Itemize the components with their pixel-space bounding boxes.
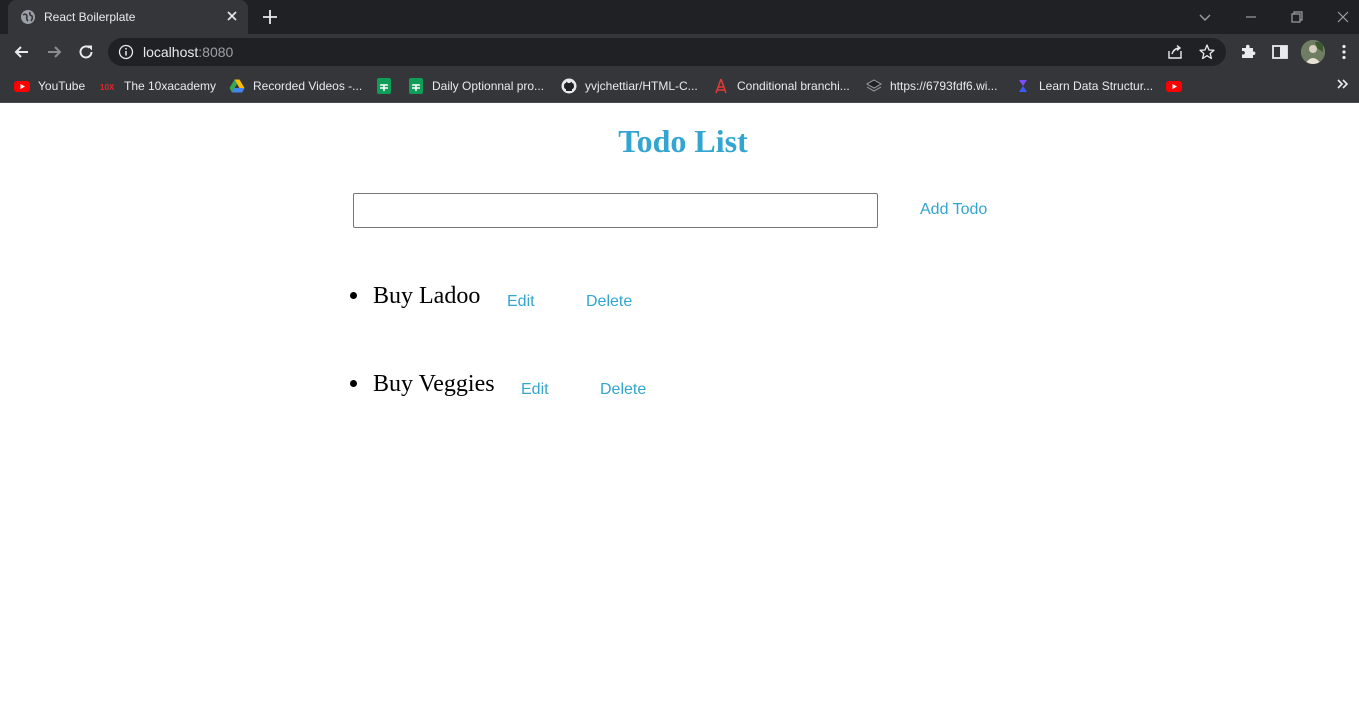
more-bookmarks-chevron-icon[interactable]	[1334, 76, 1350, 92]
forward-arrow-icon[interactable]	[44, 42, 64, 62]
course-icon	[1019, 80, 1027, 92]
todo-input[interactable]	[353, 193, 878, 228]
extensions-puzzle-icon[interactable]	[1238, 42, 1258, 62]
menu-kebab-icon[interactable]	[1334, 42, 1354, 62]
todo-item: Buy Veggies Edit Delete	[350, 371, 660, 401]
address-bar[interactable]: localhost:8080	[108, 38, 1226, 66]
bookmark-conditional[interactable]: Conditional branchi...	[713, 77, 850, 95]
bookmark-sheets[interactable]	[376, 77, 400, 95]
10x-icon: 10X	[100, 83, 115, 92]
bookmark-youtube-2[interactable]	[1166, 77, 1190, 95]
github-icon	[561, 78, 577, 94]
add-todo-button[interactable]: Add Todo	[920, 201, 987, 219]
edit-button[interactable]: Edit	[507, 293, 535, 311]
minimize-icon[interactable]	[1240, 6, 1262, 28]
youtube-icon	[1166, 81, 1182, 92]
browser-tab[interactable]: React Boilerplate	[8, 0, 248, 34]
bullet-marker	[350, 292, 357, 299]
restore-icon[interactable]	[1286, 6, 1308, 28]
bookmark-recorded-videos[interactable]: Recorded Videos -...	[229, 77, 362, 95]
tab-title: React Boilerplate	[44, 10, 136, 24]
delete-button[interactable]: Delete	[586, 293, 632, 311]
todo-item: Buy Ladoo Edit Delete	[350, 283, 650, 313]
bookmark-youtube[interactable]: YouTube	[14, 77, 85, 95]
bookmark-learn-data-structures[interactable]: Learn Data Structur...	[1015, 77, 1153, 95]
reload-icon[interactable]	[76, 42, 96, 62]
url-text: localhost:8080	[143, 44, 234, 60]
side-panel-icon[interactable]	[1270, 42, 1290, 62]
site-info-icon[interactable]	[118, 44, 134, 60]
youtube-icon	[14, 81, 30, 92]
bookmarks-bar: YouTube 10X The 10xacademy Recorded Vide…	[0, 70, 1359, 103]
bookmark-10xacademy[interactable]: 10X The 10xacademy	[100, 77, 216, 95]
delete-button[interactable]: Delete	[600, 381, 646, 399]
page-title: Todo List	[618, 123, 748, 159]
globe-icon	[21, 10, 35, 24]
browser-toolbar: localhost:8080	[0, 34, 1359, 70]
edit-button[interactable]: Edit	[521, 381, 549, 399]
browser-tab-strip: React Boilerplate	[0, 0, 1359, 34]
tab-search-icon[interactable]	[1194, 6, 1216, 28]
bookmark-github[interactable]: yvjchettiar/HTML-C...	[561, 77, 698, 95]
layers-icon	[866, 79, 882, 92]
sheets-icon	[377, 78, 391, 94]
close-tab-icon[interactable]	[224, 8, 240, 24]
bullet-marker	[350, 380, 357, 387]
new-tab-icon[interactable]	[260, 7, 280, 27]
profile-avatar[interactable]	[1301, 40, 1325, 64]
sheets-icon	[409, 78, 423, 94]
bookmark-6793fdf6[interactable]: https://6793fdf6.wi...	[866, 77, 997, 95]
todo-text: Buy Veggies	[373, 371, 495, 397]
bookmark-star-icon[interactable]	[1198, 43, 1216, 61]
close-window-icon[interactable]	[1332, 6, 1354, 28]
back-arrow-icon[interactable]	[12, 42, 32, 62]
profile-avatar-image	[1301, 40, 1325, 64]
svg-text:10X: 10X	[100, 83, 115, 92]
todo-text: Buy Ladoo	[373, 283, 481, 309]
bookmark-daily-optional[interactable]: Daily Optionnal pro...	[408, 77, 544, 95]
tower-icon	[715, 78, 727, 94]
page-content: Todo List Add Todo Buy Ladoo Edit Delete…	[0, 103, 1359, 707]
drive-icon	[229, 79, 245, 93]
share-icon[interactable]	[1166, 43, 1184, 61]
